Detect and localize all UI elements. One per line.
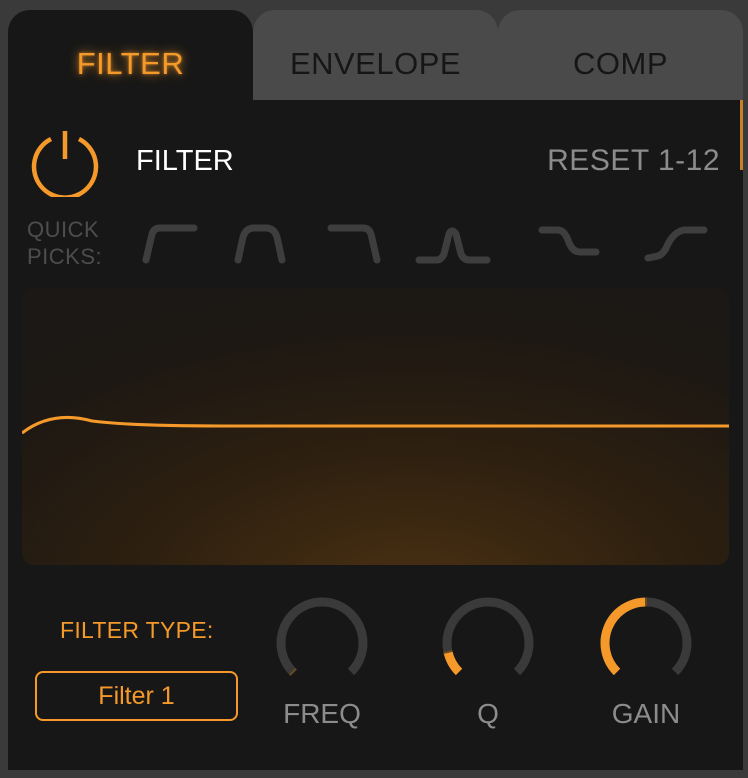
high-pass-icon[interactable] [138,220,204,268]
low-pass-icon[interactable] [321,220,387,268]
freq-knob[interactable] [272,593,372,693]
tab-filter[interactable]: FILTER [8,10,253,102]
reset-button[interactable]: RESET 1-12 [547,144,720,178]
q-knob-value-arc [443,650,463,676]
filter-panel: FILTER RESET 1-12 QUICK PICKS: FILTER TY… [8,100,743,770]
tab-envelope-label: ENVELOPE [289,46,462,81]
peak-icon[interactable] [415,220,491,268]
power-button[interactable] [29,125,101,200]
filter-type-select[interactable]: Filter 1 [35,671,238,721]
panel-edge-accent [740,100,743,170]
gain-knob[interactable] [596,593,696,693]
filter-type-label: FILTER TYPE: [60,617,214,643]
tab-filter-label: FILTER [76,46,185,81]
q-label: Q [477,698,499,729]
low-shelf-icon[interactable] [534,220,600,268]
gain-label: GAIN [611,698,681,729]
quick-picks-label-line2: PICKS: [27,244,103,269]
gain-knob-value-arc [600,597,647,676]
tab-comp-label: COMP [573,46,668,81]
tab-envelope[interactable]: ENVELOPE [253,10,498,102]
high-shelf-icon[interactable] [642,220,708,268]
tab-comp[interactable]: COMP [498,10,743,102]
q-knob[interactable] [438,593,538,693]
power-icon [31,131,99,200]
panel-title: FILTER [136,145,234,177]
freq-label: FREQ [283,698,361,729]
response-curve [22,415,729,435]
band-pass-icon[interactable] [228,220,294,268]
q-knob-track [442,597,534,676]
filter-response-graph[interactable] [22,288,729,565]
quick-picks-label-line1: QUICK [27,217,100,242]
freq-knob-track [276,597,368,676]
quick-picks-label: QUICK PICKS: [27,216,102,270]
